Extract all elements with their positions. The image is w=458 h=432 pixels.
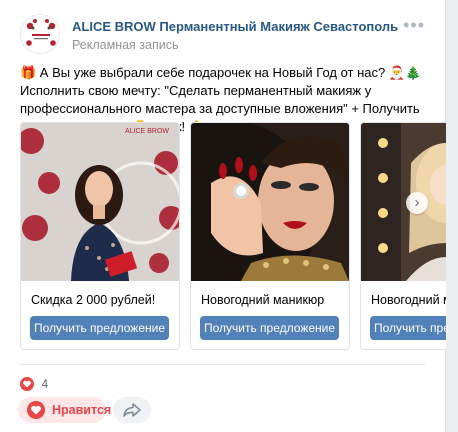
share-button[interactable] [113,397,151,423]
like-label: Нравится [52,403,112,417]
card-title: Новогодний маникюр [201,293,325,307]
carousel: ALICE BROW Скидка 2 000 рублей! Получить… [20,122,446,352]
card-image-woman-gift: ALICE BROW [21,123,179,281]
ad-label: Рекламная запись [72,38,179,52]
ad-post: ALICE BROW Перманентный Макияж Севастопо… [0,0,446,432]
get-offer-button[interactable]: Получить предложение [370,316,446,340]
share-icon [123,403,141,417]
avatar[interactable] [20,14,60,54]
card-title: Новогодний макияж [371,293,446,307]
card-title: Скидка 2 000 рублей! [31,293,156,307]
svg-text:ALICE BROW: ALICE BROW [125,128,169,135]
heart-icon [27,401,45,419]
chevron-right-icon[interactable]: › [406,192,428,214]
carousel-card[interactable]: Новогодний маникюр Получить предложение [190,122,350,350]
card-image-manicure [191,123,349,281]
get-offer-button[interactable]: Получить предложение [30,316,169,340]
post-header: ALICE BROW Перманентный Макияж Севастопо… [20,14,431,58]
like-button[interactable]: Нравится [18,397,111,423]
likes-summary[interactable]: 4 [20,375,49,391]
carousel-card[interactable]: Новогодний макияж Получить предложение [360,122,446,350]
author-name[interactable]: ALICE BROW Перманентный Макияж Севастопо… [72,19,398,34]
divider [20,364,425,365]
carousel-card[interactable]: ALICE BROW Скидка 2 000 рублей! Получить… [20,122,180,350]
likes-count: 4 [41,376,49,391]
heart-icon [20,376,34,391]
get-offer-button[interactable]: Получить предложение [200,316,339,340]
more-horizontal-icon[interactable]: ••• [403,16,425,34]
card-image-makeup [361,123,446,281]
